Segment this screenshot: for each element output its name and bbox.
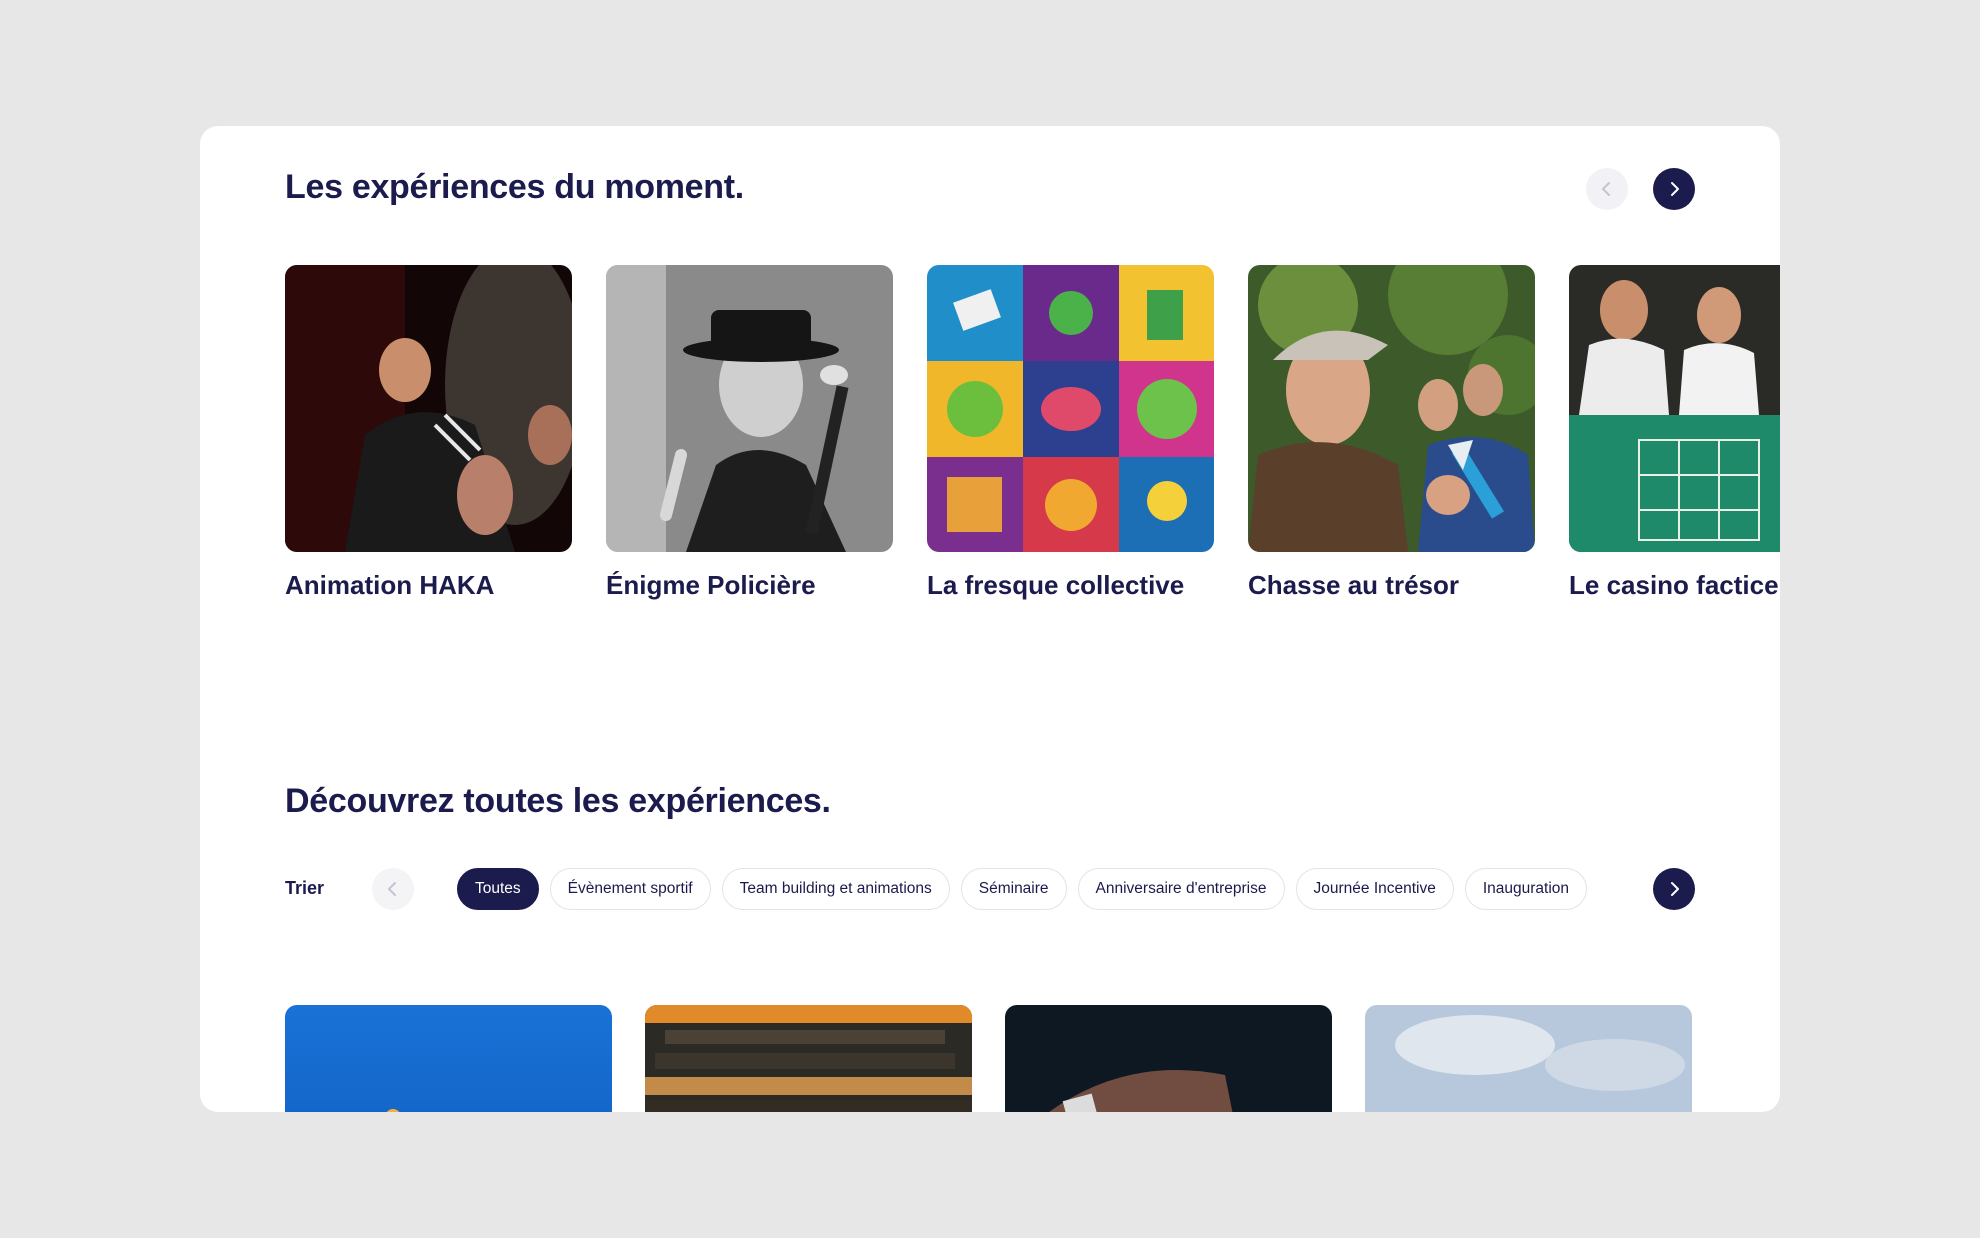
experience-card-image <box>1365 1005 1692 1112</box>
chevron-right-icon <box>1671 882 1679 896</box>
featured-card-image <box>1569 265 1780 552</box>
experiences-panel: Les expériences du moment. Animation HAK… <box>200 126 1780 1112</box>
featured-card-title: Le casino factice <box>1569 570 1779 600</box>
filters-next-button[interactable] <box>1653 868 1695 910</box>
chevron-right-icon <box>1671 182 1679 196</box>
featured-card-title: Chasse au trésor <box>1248 570 1459 600</box>
filter-chip-journee-incentive[interactable]: Journée Incentive <box>1295 868 1454 910</box>
experience-card-image <box>1005 1005 1332 1112</box>
featured-section-title: Les expériences du moment. <box>285 168 744 206</box>
featured-card-title: Animation HAKA <box>285 570 495 600</box>
featured-card[interactable]: La fresque collective <box>927 265 1214 601</box>
experience-card[interactable] <box>1365 1005 1692 1112</box>
chevron-left-icon <box>388 882 396 896</box>
featured-card[interactable]: Animation HAKA <box>285 265 572 601</box>
featured-card-image <box>927 265 1214 552</box>
filter-chip-seminaire[interactable]: Séminaire <box>960 868 1067 910</box>
experience-card-image <box>645 1005 972 1112</box>
experience-card-image <box>285 1005 612 1112</box>
experience-card[interactable] <box>285 1005 612 1112</box>
all-experiences-title: Découvrez toutes les expériences. <box>285 782 831 820</box>
featured-card[interactable]: Énigme Policière <box>606 265 893 601</box>
featured-card-title: La fresque collective <box>927 570 1185 600</box>
filter-chip-evenement-sportif[interactable]: Évènement sportif <box>549 868 711 910</box>
featured-card-image <box>285 265 572 552</box>
featured-card[interactable]: Chasse au trésor <box>1248 265 1535 601</box>
filter-bar: Trier Toutes Évènement sportif Team buil… <box>285 868 1695 910</box>
filter-chip-anniversaire[interactable]: Anniversaire d'entreprise <box>1077 868 1285 910</box>
filter-chip-inauguration[interactable]: Inauguration <box>1464 868 1588 910</box>
filters-prev-button[interactable] <box>372 868 414 910</box>
featured-card-image <box>1248 265 1535 552</box>
featured-next-button[interactable] <box>1653 168 1695 210</box>
chevron-left-icon <box>1602 182 1610 196</box>
filter-chip-team-building[interactable]: Team building et animations <box>721 868 950 910</box>
featured-carousel: Animation HAKA Énigme Policière La fresq… <box>285 265 1780 600</box>
filter-chips: Toutes Évènement sportif Team building e… <box>457 868 1588 910</box>
experience-card[interactable] <box>645 1005 972 1112</box>
filter-chip-toutes[interactable]: Toutes <box>457 868 539 910</box>
featured-card-image <box>606 265 893 552</box>
featured-prev-button[interactable] <box>1586 168 1628 210</box>
sort-label: Trier <box>285 878 325 898</box>
featured-card-title: Énigme Policière <box>606 570 816 600</box>
experience-card[interactable] <box>1005 1005 1332 1112</box>
featured-card[interactable]: Le casino factice <box>1569 265 1780 601</box>
experience-grid <box>285 1005 1695 1112</box>
